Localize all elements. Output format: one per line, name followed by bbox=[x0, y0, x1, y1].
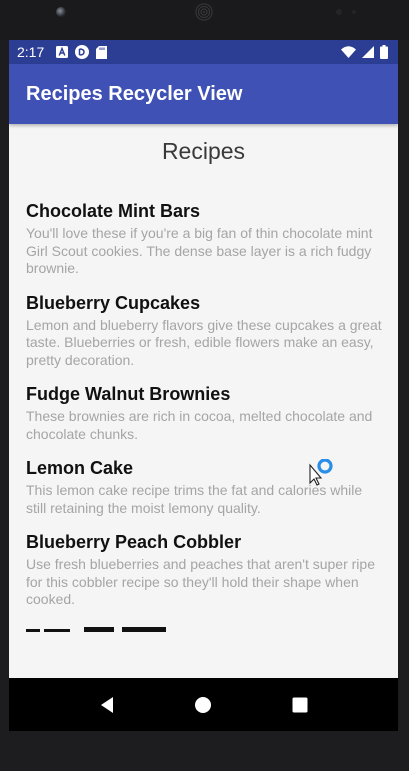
recipe-list[interactable]: Chocolate Mint Bars You'll love these if… bbox=[26, 200, 384, 651]
list-item[interactable]: Blueberry Cupcakes Lemon and blueberry f… bbox=[26, 292, 384, 370]
device-screen: 2:17 Recipes Recycler View Recipes Choco… bbox=[9, 40, 398, 731]
back-button[interactable] bbox=[87, 685, 127, 725]
battery-icon bbox=[380, 45, 388, 59]
recipe-title: Chocolate Mint Bars bbox=[26, 201, 201, 221]
home-button[interactable] bbox=[183, 685, 223, 725]
recipe-title: Blueberry Peach Cobbler bbox=[26, 532, 242, 552]
list-item-partial[interactable] bbox=[26, 623, 384, 637]
recipe-description: Use fresh blueberries and peaches that a… bbox=[26, 556, 375, 607]
sim-a-icon bbox=[56, 46, 69, 58]
recipe-title: Fudge Walnut Brownies bbox=[26, 384, 231, 404]
media-icon bbox=[75, 45, 90, 59]
earpiece-speaker bbox=[194, 2, 214, 22]
app-bar: Recipes Recycler View bbox=[9, 64, 398, 124]
back-icon bbox=[101, 696, 114, 713]
list-item[interactable]: Chocolate Mint Bars You'll love these if… bbox=[26, 200, 384, 278]
clipped-title-fragment bbox=[26, 626, 166, 632]
list-item[interactable]: Fudge Walnut Brownies These brownies are… bbox=[26, 383, 384, 443]
light-sensor bbox=[352, 10, 356, 14]
status-bar: 2:17 bbox=[9, 40, 398, 64]
recipe-description: Lemon and blueberry flavors give these c… bbox=[26, 316, 382, 368]
recents-button[interactable] bbox=[280, 685, 320, 725]
sd-card-icon bbox=[96, 45, 108, 59]
wifi-icon bbox=[341, 46, 356, 58]
recents-icon bbox=[292, 697, 308, 712]
list-item[interactable]: Blueberry Peach Cobbler Use fresh bluebe… bbox=[26, 531, 384, 609]
recipes-recycler-view[interactable]: Recipes Chocolate Mint Bars You'll love … bbox=[9, 124, 398, 678]
recipe-description: You'll love these if you're a big fan of… bbox=[26, 225, 373, 276]
list-heading: Recipes bbox=[161, 138, 246, 164]
device-bezel bbox=[0, 0, 409, 40]
cell-signal-icon bbox=[362, 46, 374, 58]
recipe-title: Blueberry Cupcakes bbox=[26, 292, 201, 313]
home-icon bbox=[195, 696, 212, 713]
mouse-cursor bbox=[309, 458, 335, 492]
app-title: Recipes Recycler View bbox=[26, 82, 243, 105]
status-time: 2:17 bbox=[17, 44, 45, 60]
recipe-description: These brownies are rich in cocoa, melted… bbox=[26, 408, 373, 442]
front-camera bbox=[56, 7, 66, 17]
proximity-sensor bbox=[336, 9, 342, 15]
navigation-bar bbox=[9, 678, 398, 731]
